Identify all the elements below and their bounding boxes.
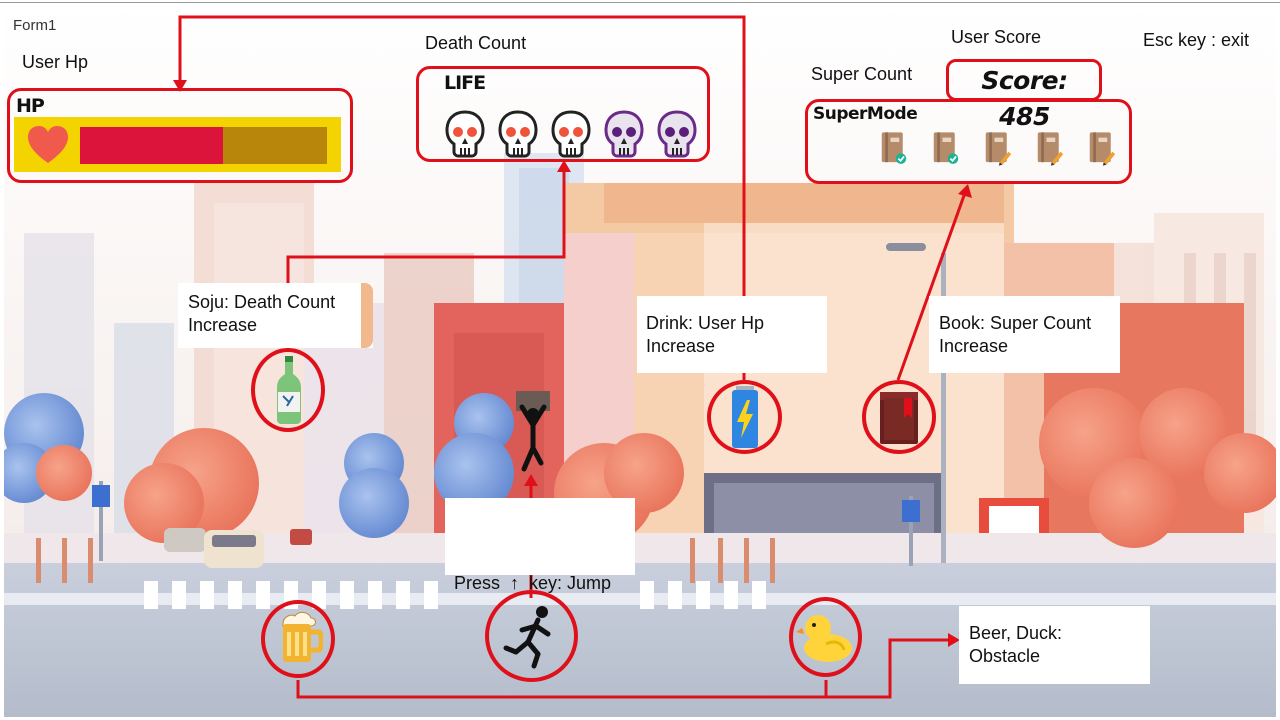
- soju-callout-line1: Soju: Death Count: [188, 292, 336, 312]
- callout-tab: [361, 283, 373, 348]
- game-window: Form1 User Hp Death Count Super Count Us…: [0, 0, 1280, 720]
- soju-bottle-icon: [277, 356, 301, 424]
- energy-drink-icon: [732, 386, 758, 448]
- obstacle-callout-line2: Obstacle: [969, 646, 1041, 666]
- drink-callout-line1: Drink: User Hp: [646, 313, 765, 333]
- drink-callout: Drink: User Hp Increase: [637, 296, 827, 373]
- drink-callout-line2: Increase: [646, 336, 716, 356]
- book-callout-line1: Book: Super Count: [939, 313, 1092, 333]
- book-callout-line2: Increase: [939, 336, 1009, 356]
- beer-mug-icon: [282, 611, 323, 662]
- player-running-sprite: [503, 606, 551, 669]
- obstacle-callout: Beer, Duck: Obstacle: [959, 606, 1150, 684]
- book-callout: Book: Super Count Increase: [929, 296, 1120, 373]
- soju-callout: Soju: Death Count Increase: [178, 283, 373, 348]
- soju-callout-line2: Increase: [188, 315, 258, 335]
- rubber-duck-icon: [796, 615, 852, 662]
- jump-callout: Press ↑ key: Jump: [445, 498, 635, 593]
- book-item-icon: [880, 392, 918, 444]
- obstacle-callout-line1: Beer, Duck:: [969, 623, 1063, 643]
